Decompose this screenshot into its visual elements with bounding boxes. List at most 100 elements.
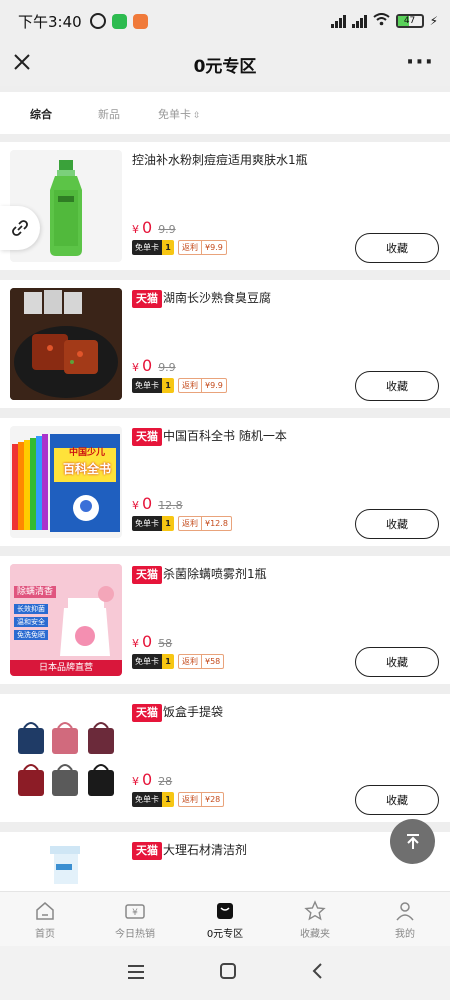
- signal-icon: [330, 14, 346, 28]
- product-card[interactable]: 天猫 饭盒手提袋 ¥0 28 免单卡 1 返利 ¥28 收藏: [0, 694, 450, 822]
- favorite-button[interactable]: 收藏: [355, 371, 439, 401]
- tmall-badge: 天猫: [132, 842, 162, 860]
- spray-title: 除螨清香: [14, 586, 57, 598]
- home-icon: [36, 902, 54, 920]
- tmall-badge: 天猫: [132, 566, 162, 584]
- back-to-top-button[interactable]: [390, 819, 435, 864]
- favorite-button[interactable]: 收藏: [355, 233, 439, 263]
- status-time: 下午3:40: [18, 12, 82, 31]
- close-icon: [14, 54, 30, 70]
- page-title: 0元专区: [193, 56, 257, 77]
- tab-label: 今日热销: [115, 929, 155, 940]
- price-line: ¥0 9.9: [132, 356, 176, 375]
- tab-profile[interactable]: 我的: [360, 892, 450, 946]
- rebate-tag: 返利: [178, 654, 202, 669]
- filter-comprehensive[interactable]: 综合: [30, 106, 52, 122]
- tmall-badge: 天猫: [132, 704, 162, 722]
- rebate-tag: 返利: [178, 378, 202, 393]
- favorite-button[interactable]: 收藏: [355, 785, 439, 815]
- free-card-count: 1: [162, 516, 174, 531]
- spray-bullet: 免洗免晒: [14, 630, 48, 640]
- price: 0: [142, 218, 153, 237]
- rebate-amount: ¥9.9: [202, 240, 227, 255]
- price-line: ¥0 9.9: [132, 218, 176, 237]
- tags: 免单卡 1 返利 ¥28: [132, 792, 225, 807]
- status-right: 47 ⚡: [330, 12, 438, 30]
- close-button[interactable]: [10, 51, 34, 75]
- book-title-2: 百科全书: [62, 462, 111, 476]
- free-card-tag: 免单卡: [132, 516, 162, 531]
- product-image: [10, 702, 122, 814]
- filter-new[interactable]: 新品: [98, 106, 120, 122]
- filter-free-card-label: 免单卡: [158, 108, 191, 121]
- original-price: 28: [158, 775, 173, 788]
- rebate-tag: 返利: [178, 792, 202, 807]
- free-card-tag: 免单卡: [132, 240, 162, 255]
- link-icon: [12, 220, 28, 236]
- tab-favorites[interactable]: 收藏夹: [270, 892, 360, 946]
- home-nav-button[interactable]: [219, 961, 237, 985]
- product-image: 除螨清香 长效抑菌 温和安全 免洗免晒 日本品牌直营: [10, 564, 122, 676]
- product-card[interactable]: 中国少儿 百科全书 天猫 中国百科全书 随机一本 ¥0 12.8 免单卡 1 返利 ¥1…: [0, 418, 450, 546]
- product-title: 大理石材清洁剂: [163, 843, 248, 857]
- product-card[interactable]: 控油补水粉刺痘痘适用爽肤水1瓶 ¥0 9.9 免单卡 1 返利 ¥9.9 收藏: [0, 142, 450, 270]
- title-bar: 0元专区 ···: [0, 42, 450, 86]
- rebate-tag: 返利: [178, 516, 202, 531]
- product-title: 湖南长沙熟食臭豆腐: [163, 291, 272, 305]
- rebate-amount: ¥9.9: [202, 378, 227, 393]
- product-image: 中国少儿 百科全书: [10, 426, 122, 538]
- price: 0: [142, 632, 153, 651]
- product-title: 饭盒手提袋: [163, 705, 224, 719]
- original-price: 9.9: [158, 361, 176, 374]
- tab-label: 0元专区: [206, 929, 244, 940]
- free-card-count: 1: [162, 654, 174, 669]
- status-bar: 下午3:40 47 ⚡: [0, 0, 450, 42]
- tab-label: 我的: [395, 929, 415, 940]
- price: 0: [142, 494, 153, 513]
- free-card-count: 1: [162, 240, 174, 255]
- free-card-count: 1: [162, 378, 174, 393]
- price-line: ¥0 58: [132, 632, 172, 651]
- tab-hot-today[interactable]: ¥ 今日热销: [90, 892, 180, 946]
- app-notification-icon: [132, 13, 148, 29]
- filter-bar: 综合 新品 免单卡 ⇳: [0, 92, 450, 134]
- product-card[interactable]: 天猫 湖南长沙熟食臭豆腐 ¥0 9.9 免单卡 1 返利 ¥9.9 收藏: [0, 280, 450, 408]
- more-menu-button[interactable]: ···: [406, 50, 434, 75]
- spray-bullet: 长效抑菌: [14, 604, 48, 614]
- tmall-badge: 天猫: [132, 428, 162, 446]
- original-price: 9.9: [158, 223, 176, 236]
- tags: 免单卡 1 返利 ¥9.9: [132, 240, 227, 255]
- price: 0: [142, 770, 153, 789]
- user-icon: [396, 902, 414, 921]
- svg-text:¥: ¥: [132, 908, 138, 918]
- wechat-icon: [111, 13, 127, 29]
- price-line: ¥0 12.8: [132, 494, 183, 513]
- spray-bullet: 温和安全: [14, 617, 48, 627]
- product-image: [10, 288, 122, 400]
- favorite-button[interactable]: 收藏: [355, 647, 439, 677]
- tab-free-zone[interactable]: 0元专区: [180, 892, 270, 946]
- price-line: ¥0 28: [132, 770, 172, 789]
- back-icon: [312, 963, 322, 979]
- signal-icon: [351, 14, 367, 28]
- free-card-tag: 免单卡: [132, 378, 162, 393]
- product-title: 控油补水粉刺痘痘适用爽肤水1瓶: [132, 153, 308, 167]
- tab-home[interactable]: 首页: [0, 892, 90, 946]
- original-price: 58: [158, 637, 173, 650]
- original-price: 12.8: [158, 499, 183, 512]
- battery-level: 47: [403, 16, 416, 26]
- tab-label: 首页: [35, 929, 55, 940]
- product-card[interactable]: 除螨清香 长效抑菌 温和安全 免洗免晒 日本品牌直营 天猫 杀菌除螨喷雾剂1瓶 …: [0, 556, 450, 684]
- menu-icon: [128, 965, 144, 979]
- menu-nav-button[interactable]: [127, 961, 145, 985]
- sort-icon: ⇳: [193, 111, 201, 121]
- ticket-icon: ¥: [125, 904, 145, 919]
- filter-free-card[interactable]: 免单卡 ⇳: [158, 106, 201, 122]
- currency: ¥: [132, 499, 139, 512]
- free-zone-icon: [217, 903, 233, 919]
- alarm-icon: [89, 13, 106, 29]
- back-nav-button[interactable]: [311, 961, 323, 985]
- rebate-amount: ¥12.8: [202, 516, 232, 531]
- currency: ¥: [132, 361, 139, 374]
- favorite-button[interactable]: 收藏: [355, 509, 439, 539]
